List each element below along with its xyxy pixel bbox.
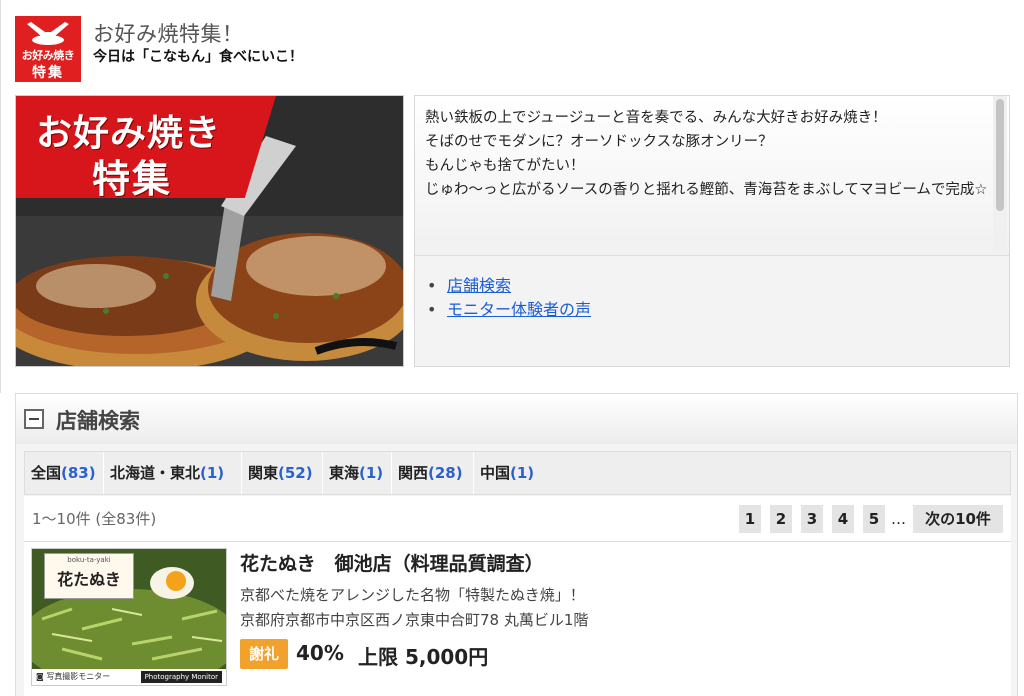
bullet-icon: • [427, 300, 437, 319]
region-count: (1) [510, 464, 535, 482]
anchor-links: • 店舗検索 • モニター体験者の声 [427, 274, 591, 322]
feature-header: お好み焼き 特集 お好み焼特集！ 今日は「こなもん」食べにいこ！ [15, 16, 1005, 82]
region-count: (1) [200, 464, 225, 482]
store-title[interactable]: 花たぬき 御池店（料理品質調査） [240, 549, 544, 576]
monitor-voices-link[interactable]: モニター体験者の声 [447, 300, 591, 319]
collapse-toggle-icon[interactable] [24, 409, 44, 429]
page-title: お好み焼特集！ [93, 22, 244, 46]
region-name: 東海 [329, 464, 360, 482]
store-sign-text: 花たぬき [57, 570, 121, 589]
store-thumbnail[interactable]: boku-ta-yaki 花たぬき ◙ 写真撮影モニター Photography… [31, 548, 227, 686]
store-address: 京都府京都市中京区西ノ京東中合町78 丸萬ビル1階 [240, 611, 589, 629]
store-search-panel: 店舗検索 全国(83) 北海道・東北(1) 関東(52) 東海(1) 関西(28… [15, 393, 1018, 696]
intro-paragraph: もんじゃも捨てがたい！ [425, 158, 585, 174]
store-sign: boku-ta-yaki 花たぬき [44, 553, 134, 599]
region-name: 北海道・東北 [110, 464, 201, 482]
panel-title: 店舗検索 [56, 409, 140, 433]
page-link-5[interactable]: 5 [863, 505, 885, 533]
thumbnail-footer: ◙ 写真撮影モニター Photography Monitor [32, 669, 226, 685]
reward-badge: 謝礼 [240, 639, 288, 669]
region-name: 関東 [248, 464, 279, 482]
region-filter-bar: 全国(83) 北海道・東北(1) 関東(52) 東海(1) 関西(28) 中国(… [24, 451, 1011, 495]
logo-line-1: お好み焼き [21, 49, 75, 62]
thumbnail-footer-badge: Photography Monitor [140, 671, 222, 683]
page-link-2[interactable]: 2 [770, 505, 792, 533]
anchor-link-item: • モニター体験者の声 [427, 298, 591, 322]
intro-text: 熱い鉄板の上でジュージューと音を奏でる、みんな大好きお好み焼き！ そばのせでモダ… [425, 106, 993, 202]
region-tab-kansai[interactable]: 関西(28) [392, 452, 474, 494]
page-link-4[interactable]: 4 [832, 505, 854, 533]
store-sign-subtext: boku-ta-yaki [67, 556, 111, 564]
anchor-link-item: • 店舗検索 [427, 274, 591, 298]
intro-scrollbar[interactable] [993, 96, 1007, 255]
reward-limit: 上限 5,000円 [358, 645, 489, 669]
region-name: 関西 [398, 464, 429, 482]
region-tab-kanto[interactable]: 関東(52) [242, 452, 323, 494]
next-page-button[interactable]: 次の10件 [913, 505, 1003, 533]
region-name: 全国 [31, 464, 62, 482]
region-count: (28) [428, 464, 463, 482]
left-divider [0, 0, 1, 393]
intro-text-area[interactable]: 熱い鉄板の上でジュージューと音を奏でる、みんな大好きお好み焼き！ そばのせでモダ… [415, 96, 1009, 256]
result-count: 1〜10件 (全83件) [32, 510, 157, 528]
region-count: (83) [61, 464, 96, 482]
spatula-logo-icon [27, 22, 69, 45]
region-tab-all[interactable]: 全国(83) [25, 452, 104, 494]
region-name: 中国 [480, 464, 511, 482]
page-subtitle: 今日は「こなもん」食べにいこ！ [93, 49, 303, 65]
logo-line-2: 特集 [32, 65, 64, 81]
store-list-item[interactable]: boku-ta-yaki 花たぬき ◙ 写真撮影モニター Photography… [24, 542, 1011, 696]
reward-percent: 40% [296, 641, 344, 665]
region-tab-chugoku[interactable]: 中国(1) [474, 452, 554, 494]
page-link-1[interactable]: 1 [739, 505, 761, 533]
region-tab-tokai[interactable]: 東海(1) [323, 452, 392, 494]
intro-paragraph: じゅわ〜っと広がるソースの香りと揺れる鰹節、青海苔をまぶしてマヨビームで完成☆ [425, 182, 988, 198]
page-link-3[interactable]: 3 [801, 505, 823, 533]
store-search-link[interactable]: 店舗検索 [447, 276, 511, 295]
hero-title-line-2: 特集 [92, 157, 173, 201]
thumbnail-footer-label: 写真撮影モニター [46, 672, 111, 681]
pagination: 1 2 3 4 5 … 次の10件 [739, 505, 1003, 533]
panel-header: 店舗検索 [16, 394, 1017, 444]
region-count: (52) [278, 464, 313, 482]
camera-icon: ◙ [36, 672, 44, 681]
result-bar: 1〜10件 (全83件) 1 2 3 4 5 … 次の10件 [24, 496, 1011, 542]
store-description: 京都べた焼をアレンジした名物「特製たぬき焼」！ [240, 586, 585, 604]
hero-image: お好み焼き 特集 [15, 95, 404, 367]
region-tab-hokkaido-tohoku[interactable]: 北海道・東北(1) [104, 452, 242, 494]
region-count: (1) [359, 464, 384, 482]
intro-paragraph: そばのせでモダンに？オーソドックスな豚オンリー？ [425, 134, 773, 150]
page-ellipsis: … [891, 510, 906, 528]
scrollbar-thumb[interactable] [996, 99, 1004, 211]
bullet-icon: • [427, 276, 437, 295]
intro-paragraph: 熱い鉄板の上でジュージューと音を奏でる、みんな大好きお好み焼き！ [425, 110, 887, 126]
feature-logo: お好み焼き 特集 [15, 16, 81, 82]
intro-box: 熱い鉄板の上でジュージューと音を奏でる、みんな大好きお好み焼き！ そばのせでモダ… [414, 95, 1010, 367]
